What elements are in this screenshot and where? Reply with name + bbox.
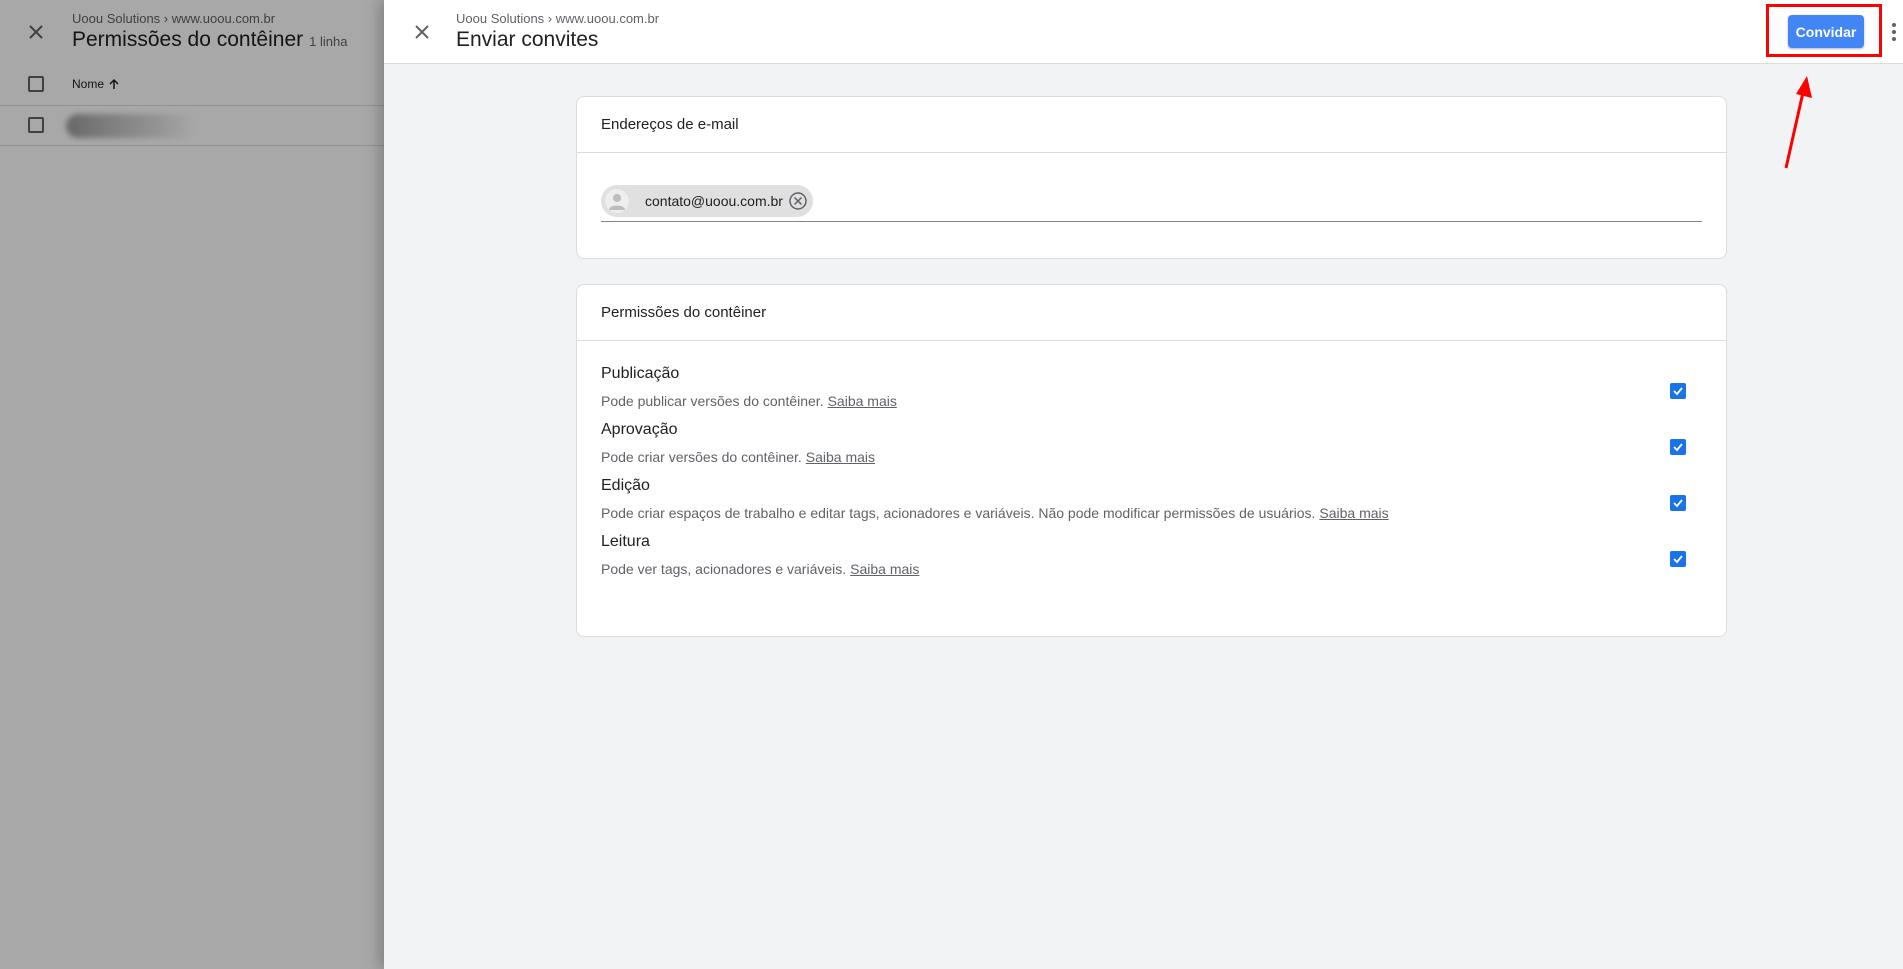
invite-panel: Uoou Solutions › www.uoou.com.br Enviar … (384, 0, 1903, 969)
permission-description-text: Pode publicar versões do contêiner. (601, 393, 824, 409)
panel-header: Uoou Solutions › www.uoou.com.br Enviar … (384, 0, 1903, 64)
permission-description: Pode criar versões do contêiner. Saiba ma… (601, 449, 875, 465)
check-icon (1673, 443, 1683, 452)
permissions-card-header: Permissões do contêiner (577, 285, 1726, 341)
permission-name: Publicação (601, 365, 680, 382)
email-chip-label: contato@uoou.com.br (645, 193, 783, 209)
learn-more-link[interactable]: Saiba mais (828, 393, 897, 409)
permission-approve: Aprovação Pode criar versões do contêine… (601, 417, 1702, 473)
close-icon (415, 25, 429, 39)
permission-description-text: Pode criar espaços de trabalho e editar … (601, 505, 1316, 521)
more-vert-icon (1892, 23, 1896, 27)
close-panel-button[interactable] (408, 18, 436, 46)
check-icon (1673, 499, 1683, 508)
learn-more-link[interactable]: Saiba mais (850, 561, 919, 577)
permission-read: Leitura Pode ver tags, acionadores e var… (601, 529, 1702, 585)
learn-more-link[interactable]: Saiba mais (1319, 505, 1388, 521)
permission-name: Aprovação (601, 421, 678, 438)
permission-edit: Edição Pode criar espaços de trabalho e … (601, 473, 1702, 529)
permission-description-text: Pode ver tags, acionadores e variáveis. (601, 561, 847, 577)
remove-chip-button[interactable] (787, 190, 809, 212)
email-chip[interactable]: contato@uoou.com.br (601, 185, 813, 217)
permission-name: Leitura (601, 533, 650, 550)
more-vert-icon (1892, 30, 1896, 34)
learn-more-link[interactable]: Saiba mais (806, 449, 875, 465)
permission-approve-checkbox[interactable] (1670, 439, 1686, 455)
permission-description: Pode publicar versões do contêiner. Saiba… (601, 393, 897, 409)
permission-description: Pode ver tags, acionadores e variáveis. S… (601, 561, 919, 577)
email-input-field[interactable]: contato@uoou.com.br (601, 185, 1702, 222)
permission-edit-checkbox[interactable] (1670, 495, 1686, 511)
permission-name: Edição (601, 477, 650, 494)
breadcrumb: Uoou Solutions › www.uoou.com.br (456, 11, 660, 26)
permission-publish-checkbox[interactable] (1670, 383, 1686, 399)
check-icon (1673, 387, 1683, 396)
check-icon (1673, 555, 1683, 564)
permission-publish: Publicação Pode publicar versões do cont… (601, 361, 1702, 417)
invite-button[interactable]: Convidar (1788, 15, 1864, 48)
permission-description-text: Pode criar versões do contêiner. (601, 449, 802, 465)
permission-read-checkbox[interactable] (1670, 551, 1686, 567)
page-title: Enviar convites (456, 28, 599, 51)
permissions-card: Permissões do contêiner Publicação Pode … (576, 284, 1727, 637)
person-icon (605, 189, 629, 213)
more-options-button[interactable] (1887, 18, 1901, 46)
more-vert-icon (1892, 37, 1896, 41)
modal-scrim[interactable] (0, 0, 384, 969)
email-addresses-card: Endereços de e-mail contato@uoou.com.br (576, 96, 1727, 259)
permission-description: Pode criar espaços de trabalho e editar … (601, 505, 1389, 521)
cancel-icon (789, 192, 807, 210)
email-card-header: Endereços de e-mail (577, 97, 1726, 153)
